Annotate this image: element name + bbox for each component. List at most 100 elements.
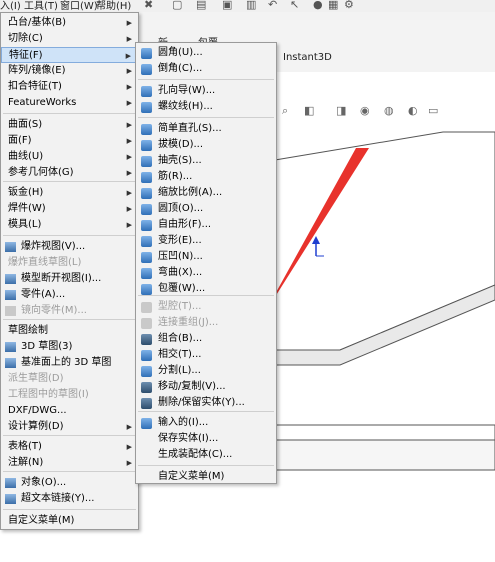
submenu-item-thread[interactable]: 螺纹线(H)... xyxy=(136,99,276,115)
submenu-item-fillet[interactable]: 圆角(U)... xyxy=(136,45,276,61)
menu-separator xyxy=(138,411,274,412)
submenu-item-label: 分割(L)... xyxy=(158,365,201,376)
submenu-item-label: 移动/复制(V)... xyxy=(158,381,226,392)
submenu-item-split[interactable]: 分割(L)... xyxy=(136,363,276,379)
menu-item-13[interactable]: 爆炸视图(V)... xyxy=(1,239,138,255)
submenu-item-none[interactable]: 保存实体(I)... xyxy=(136,431,276,447)
menu-item-label: 表格(T) xyxy=(8,441,42,452)
submenu-item-freeform[interactable]: 自由形(F)... xyxy=(136,217,276,233)
menu-item-label: 模具(L) xyxy=(8,219,42,230)
submenu-item-none[interactable]: 生成装配体(C)... xyxy=(136,447,276,463)
menu-item-27[interactable]: 对象(O)... xyxy=(1,475,138,491)
menu-item-4[interactable]: 扣合特征(T) ▶ xyxy=(1,79,138,95)
submenu-item-label: 包覆(W)... xyxy=(158,283,206,294)
submenu-arrow-icon: ▶ xyxy=(126,443,132,451)
submenu-item-label: 相交(T)... xyxy=(158,349,202,360)
menu-item-28[interactable]: 超文本链接(Y)... xyxy=(1,491,138,507)
menu-item-1[interactable]: 切除(C) ▶ xyxy=(1,31,138,47)
indent-icon xyxy=(141,252,152,263)
menu-item-label: 模型断开视图(I)... xyxy=(21,273,102,284)
submenu-item-label: 删除/保留实体(Y)... xyxy=(158,397,245,408)
submenu-item-flex[interactable]: 弯曲(X)... xyxy=(136,265,276,281)
menu-separator xyxy=(3,509,136,510)
submenu-item-label: 生成装配体(C)... xyxy=(158,449,233,460)
menu-item-label: 零件(A)... xyxy=(21,289,66,300)
submenu-item-indent[interactable]: 压凹(N)... xyxy=(136,249,276,265)
menu-item-label: 基准面上的 3D 草图 xyxy=(21,357,112,368)
menu-item-label: 对象(O)... xyxy=(21,477,67,488)
submenu-item-hole-wizard[interactable]: 孔向导(W)... xyxy=(136,83,276,99)
menu-item-7[interactable]: 面(F) ▶ xyxy=(1,133,138,149)
submenu-item-none[interactable]: 自定义菜单(M) xyxy=(136,469,276,485)
submenu-item-combine[interactable]: 组合(B)... xyxy=(136,331,276,347)
menu-item-label: 特征(F) xyxy=(9,50,43,61)
menu-item-11[interactable]: 焊件(W) ▶ xyxy=(1,201,138,217)
submenu-item-shell[interactable]: 抽壳(S)... xyxy=(136,153,276,169)
menu-item-29[interactable]: 自定义菜单(M) xyxy=(1,513,138,529)
menu-item-label: 参考几何体(G) xyxy=(8,167,74,178)
submenu-item-chamfer[interactable]: 倒角(C)... xyxy=(136,61,276,77)
fillet-icon xyxy=(141,48,152,59)
submenu-item-label: 输入的(I)... xyxy=(158,417,209,428)
submenu-item-label: 自由形(F)... xyxy=(158,219,212,230)
submenu-item-dome[interactable]: 圆顶(O)... xyxy=(136,201,276,217)
submenu-arrow-icon: ▶ xyxy=(126,137,132,145)
menu-item-label: 自定义菜单(M) xyxy=(8,515,75,526)
menu-item-20[interactable]: 基准面上的 3D 草图 xyxy=(1,355,138,371)
features-submenu: 圆角(U)... 倒角(C)... 孔向导(W)... 螺纹线(H)... 简单直孔(S… xyxy=(135,42,277,484)
insert-menu: 凸台/基体(B) ▶ 切除(C) ▶ 特征(F) ▶ 阵列/镜像(E) ▶ 扣合特征(T) ▶ Fe… xyxy=(0,12,139,530)
menu-item-9[interactable]: 参考几何体(G) ▶ xyxy=(1,165,138,181)
submenu-item-label: 圆顶(O)... xyxy=(158,203,204,214)
submenu-item-intersect[interactable]: 相交(T)... xyxy=(136,347,276,363)
submenu-item-label: 拔模(D)... xyxy=(158,139,204,150)
menu-item-5[interactable]: FeatureWorks ▶ xyxy=(1,95,138,111)
menu-item-26[interactable]: 注解(N) ▶ xyxy=(1,455,138,471)
menu-item-10[interactable]: 钣金(H) ▶ xyxy=(1,185,138,201)
menu-item-18[interactable]: 草图绘制 xyxy=(1,323,138,339)
submenu-item-imported[interactable]: 输入的(I)... xyxy=(136,415,276,431)
menu-item-label: 爆炸直线草图(L) xyxy=(8,257,82,268)
submenu-item-label: 抽壳(S)... xyxy=(158,155,202,166)
submenu-item-simple-hole[interactable]: 简单直孔(S)... xyxy=(136,121,276,137)
submenu-item-label: 自定义菜单(M) xyxy=(158,471,225,482)
menu-item-23[interactable]: DXF/DWG... xyxy=(1,403,138,419)
submenu-item-wrap[interactable]: 包覆(W)... xyxy=(136,281,276,297)
menu-item-3[interactable]: 阵列/镜像(E) ▶ xyxy=(1,63,138,79)
submenu-item-delete-body[interactable]: 删除/保留实体(Y)... xyxy=(136,395,276,411)
submenu-arrow-icon: ▶ xyxy=(126,205,132,213)
menu-item-features[interactable]: 特征(F) ▶ xyxy=(1,47,138,63)
combine-icon xyxy=(141,334,152,345)
flex-icon xyxy=(141,268,152,279)
menu-separator xyxy=(138,117,274,118)
submenu-item-cavity: 型腔(T)... xyxy=(136,299,276,315)
menu-separator xyxy=(138,465,274,466)
submenu-item-rib[interactable]: 筋(R)... xyxy=(136,169,276,185)
menu-item-label: 镜向零件(M)... xyxy=(21,305,87,316)
submenu-item-move-copy[interactable]: 移动/复制(V)... xyxy=(136,379,276,395)
menu-item-16[interactable]: 零件(A)... xyxy=(1,287,138,303)
menu-item-label: 草图绘制 xyxy=(8,325,48,336)
menu-item-icon xyxy=(5,342,16,352)
menu-item-label: 设计算例(D) xyxy=(8,421,64,432)
menu-item-25[interactable]: 表格(T) ▶ xyxy=(1,439,138,455)
submenu-item-scale[interactable]: 缩放比例(A)... xyxy=(136,185,276,201)
submenu-item-draft[interactable]: 拔模(D)... xyxy=(136,137,276,153)
intersect-icon xyxy=(141,350,152,361)
submenu-arrow-icon: ▶ xyxy=(126,121,132,129)
menu-item-0[interactable]: 凸台/基体(B) ▶ xyxy=(1,15,138,31)
menu-separator xyxy=(3,471,136,472)
menu-item-6[interactable]: 曲面(S) ▶ xyxy=(1,117,138,133)
submenu-item-label: 筋(R)... xyxy=(158,171,193,182)
menu-item-12[interactable]: 模具(L) ▶ xyxy=(1,217,138,233)
menu-item-8[interactable]: 曲线(U) ▶ xyxy=(1,149,138,165)
menu-item-24[interactable]: 设计算例(D) ▶ xyxy=(1,419,138,435)
submenu-arrow-icon: ▶ xyxy=(126,189,132,197)
submenu-item-deform[interactable]: 变形(E)... xyxy=(136,233,276,249)
wrap-icon xyxy=(141,284,152,295)
menu-item-19[interactable]: 3D 草图(3) xyxy=(1,339,138,355)
menu-item-icon xyxy=(5,306,16,316)
menu-item-label: 工程图中的草图(I) xyxy=(8,389,89,400)
menu-separator xyxy=(138,79,274,80)
menu-item-label: 阵列/镜像(E) xyxy=(8,65,66,76)
menu-item-15[interactable]: 模型断开视图(I)... xyxy=(1,271,138,287)
